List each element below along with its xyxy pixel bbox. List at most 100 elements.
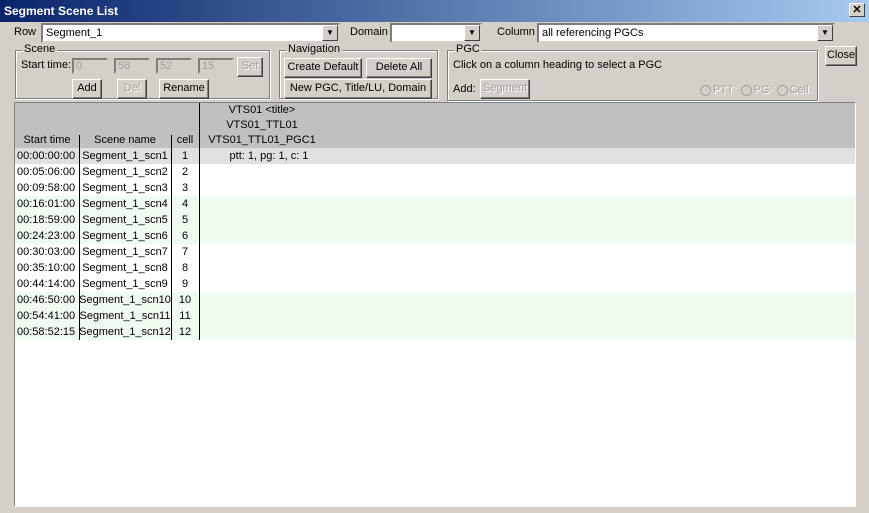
hours-spinner[interactable]: 0 [72,58,108,74]
delete-all-button[interactable]: Delete All [366,58,432,78]
table-row[interactable]: 00:54:41:00 Segment_1_scn11 11 [15,308,855,324]
cell-name: Segment_1_scn11 [79,310,171,322]
cell-start: 00:44:14:00 [17,278,76,290]
seconds-spinner[interactable]: 52 [156,58,192,74]
cell-start: 00:05:06:00 [17,166,76,178]
cell-pgc [199,308,339,324]
cell-start: 00:58:52:15 [17,326,76,338]
cell-name: Segment_1_scn6 [82,230,168,242]
header-start-time[interactable]: Start time [15,133,79,148]
pgc-add-label: Add: [453,83,476,95]
cell-cell: 3 [181,182,189,194]
domain-select[interactable]: ▼ [390,23,482,43]
table-row[interactable]: 00:30:03:00 Segment_1_scn7 7 [15,244,855,260]
chevron-down-icon[interactable]: ▼ [817,25,833,41]
cell-name: Segment_1_scn3 [82,182,168,194]
cell-cell: 2 [181,166,189,178]
table-row[interactable]: 00:44:14:00 Segment_1_scn9 9 [15,276,855,292]
cell-cell: 1 [181,150,189,162]
column-select-value: all referencing PGCs [542,27,644,39]
cell-cell: 8 [181,262,189,274]
row-label: Row [14,26,37,38]
row-select-value: Segment_1 [46,27,103,39]
rename-button[interactable]: Rename [159,79,209,99]
pgc-hint: Click on a column heading to select a PG… [453,59,663,71]
cell-pgc [199,244,339,260]
frames-spinner[interactable]: 15 [198,58,234,74]
row-select[interactable]: Segment_1 ▼ [41,23,340,43]
cell-start: 00:54:41:00 [17,310,76,322]
pgc-header-line1: VTS01 <title> [228,104,296,116]
table-row[interactable]: 00:16:01:00 Segment_1_scn4 4 [15,196,855,212]
table-row[interactable]: 00:00:00:00 Segment_1_scn1 1 ptt: 1, pg: 1,… [15,148,855,164]
create-default-button[interactable]: Create Default [284,58,362,78]
pgc-header-line2: VTS01_TTL01 [226,119,298,131]
pg-radio-label: PG [753,84,770,96]
table-row[interactable]: 00:35:10:00 Segment_1_scn8 8 [15,260,855,276]
table-header: Start time Scene name cell VTS01 <title>… [15,103,855,148]
table-row[interactable]: 00:18:59:00 Segment_1_scn5 5 [15,212,855,228]
segment-button[interactable]: Segment [480,79,530,99]
cell-start: 00:35:10:00 [17,262,76,274]
window-title: Segment Scene List [4,4,119,18]
add-button[interactable]: Add [72,79,102,99]
close-button[interactable]: Close [825,46,857,66]
scene-table[interactable]: Start time Scene name cell VTS01 <title>… [14,102,856,507]
header-scene-name[interactable]: Scene name [79,133,171,148]
cell-pgc [199,324,339,340]
column-divider [79,148,80,340]
pg-radio[interactable] [740,84,752,96]
column-label: Column [497,26,535,38]
cell-cell: 5 [181,214,189,226]
cell-pgc [199,196,339,212]
cell-radio[interactable] [776,84,788,96]
ptt-radio-label: PTT [713,84,734,96]
cell-start: 00:30:03:00 [17,246,76,258]
close-window-button[interactable]: ✕ [849,3,865,17]
column-divider [171,148,172,340]
header-pgc-column[interactable]: VTS01 <title> VTS01_TTL01 VTS01_TTL01_PG… [199,103,325,148]
column-select[interactable]: all referencing PGCs ▼ [537,23,835,43]
pgc-legend: PGC [454,43,482,55]
table-row[interactable]: 00:58:52:15 Segment_1_scn12 12 [15,324,855,340]
del-button[interactable]: Del [117,79,147,99]
cell-start: 00:16:01:00 [17,198,76,210]
cell-name: Segment_1_scn5 [82,214,168,226]
table-row[interactable]: 00:24:23:00 Segment_1_scn6 6 [15,228,855,244]
cell-pgc [199,212,339,228]
cell-start: 00:24:23:00 [17,230,76,242]
scene-legend: Scene [22,43,58,55]
navigation-legend: Navigation [286,43,342,55]
cell-name: Segment_1_scn12 [79,326,171,338]
cell-pgc [199,180,339,196]
ptt-radio[interactable] [700,84,711,96]
cell-cell: 9 [181,278,189,290]
cell-name: Segment_1_scn1 [82,150,168,162]
new-pgc-button[interactable]: New PGC, Title/LU, Domain [284,79,432,99]
cell-cell: 6 [181,230,189,242]
cell-pgc [199,228,339,244]
title-bar: Segment Scene List [0,0,869,22]
cell-radio-label: Cell [789,84,809,96]
set-button[interactable]: Set [237,57,263,77]
cell-start: 00:18:59:00 [17,214,76,226]
cell-pgc [199,276,339,292]
cell-cell: 11 [179,310,191,322]
table-row[interactable]: 00:05:06:00 Segment_1_scn2 2 [15,164,855,180]
pgc-radio-group: PTT PG Cell [696,84,809,96]
domain-label: Domain [350,26,388,38]
chevron-down-icon[interactable]: ▼ [322,25,338,41]
cell-start: 00:00:00:00 [17,150,76,162]
cell-cell: 10 [178,294,192,306]
header-cell[interactable]: cell [171,133,199,148]
minutes-spinner[interactable]: 58 [114,58,150,74]
cell-pgc [199,260,339,276]
cell-start: 00:09:58:00 [17,182,76,194]
cell-name: Segment_1_scn4 [82,198,168,210]
column-divider [199,148,200,340]
table-row[interactable]: 00:09:58:00 Segment_1_scn3 3 [15,180,855,196]
cell-name: Segment_1_scn9 [82,278,168,290]
table-row[interactable]: 00:46:50:00 Segment_1_scn10 10 [15,292,855,308]
chevron-down-icon[interactable]: ▼ [464,25,480,41]
cell-name: Segment_1_scn10 [79,294,171,306]
